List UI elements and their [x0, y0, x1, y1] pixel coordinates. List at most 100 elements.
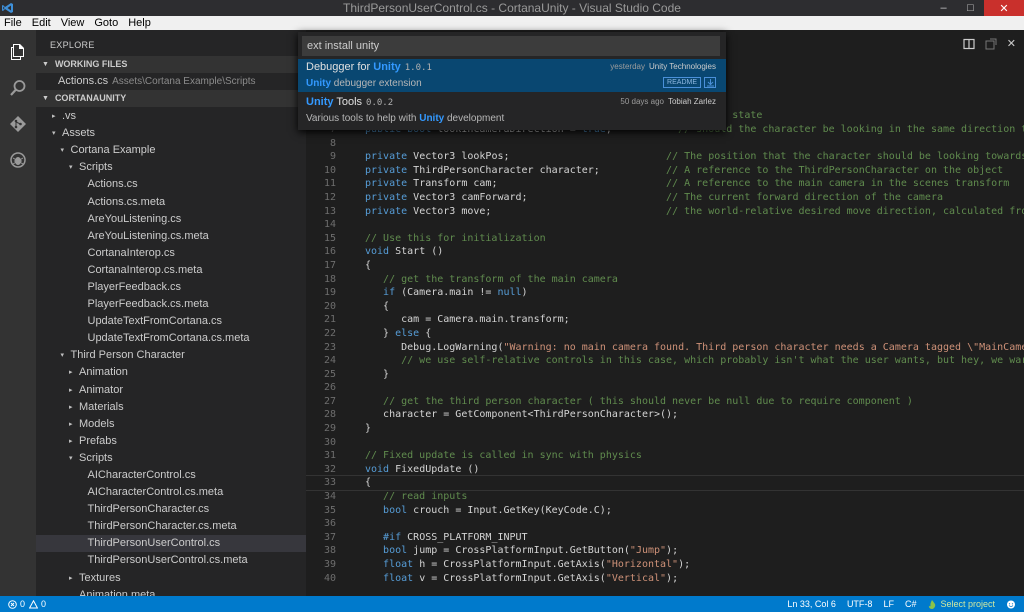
- tree-item[interactable]: CortanaInterop.cs.meta: [36, 262, 306, 279]
- code-text: bool jump = CrossPlatformInput.GetButton…: [365, 545, 679, 557]
- tree-item[interactable]: ▸ .vs: [36, 108, 306, 125]
- open-changes-icon[interactable]: [985, 38, 997, 53]
- code-text: // read inputs: [365, 491, 468, 503]
- install-icon[interactable]: [704, 77, 716, 88]
- palette-input[interactable]: [302, 36, 720, 56]
- tree-item[interactable]: AICharacterControl.cs: [36, 467, 306, 484]
- code-line: 15 // Use this for initialization: [306, 232, 1024, 246]
- warnings-indicator[interactable]: 0: [29, 599, 46, 609]
- menu-edit[interactable]: Edit: [32, 16, 51, 30]
- language-indicator[interactable]: C#: [905, 599, 917, 609]
- line-number: 17: [323, 259, 336, 271]
- line-number: 9: [329, 151, 336, 163]
- tree-item[interactable]: UpdateTextFromCortana.cs.meta: [36, 330, 306, 347]
- tree-item-label: Animation: [79, 366, 128, 379]
- explore-header: EXPLORE: [50, 40, 95, 50]
- minimize-button[interactable]: –: [930, 0, 957, 16]
- tree-item[interactable]: ThirdPersonCharacter.cs: [36, 501, 306, 518]
- menu-help[interactable]: Help: [128, 16, 151, 30]
- tree-item[interactable]: ▾ Assets: [36, 125, 306, 142]
- code-text: }: [365, 423, 372, 435]
- explorer-icon[interactable]: [0, 34, 36, 70]
- command-palette: Debugger for Unity1.0.1 Unity debugger e…: [298, 32, 726, 130]
- code-line: 35 bool crouch = Input.GetKey(KeyCode.C)…: [306, 504, 1024, 518]
- tree-item[interactable]: ▸ Materials: [36, 399, 306, 416]
- encoding-indicator[interactable]: UTF-8: [847, 599, 873, 609]
- tree-item[interactable]: Actions.cs.meta: [36, 193, 306, 210]
- tree-item-label: Scripts: [79, 451, 113, 464]
- tree-item[interactable]: ▸ Animator: [36, 382, 306, 399]
- tree-item-label: Materials: [79, 400, 124, 413]
- code-line: 25 }: [306, 368, 1024, 382]
- tree-item[interactable]: Animation.meta: [36, 587, 306, 596]
- tree-item[interactable]: ThirdPersonUserControl.cs.meta: [36, 552, 306, 569]
- tree-item[interactable]: ▾ Cortana Example: [36, 142, 306, 159]
- tree-item[interactable]: PlayerFeedback.cs.meta: [36, 296, 306, 313]
- debug-icon[interactable]: [0, 142, 36, 178]
- code-line: 12 private Vector3 camForward; // The cur…: [306, 191, 1024, 205]
- tree-item[interactable]: AreYouListening.cs.meta: [36, 228, 306, 245]
- tree-item[interactable]: PlayerFeedback.cs: [36, 279, 306, 296]
- tree-item[interactable]: ▾ Scripts: [36, 450, 306, 467]
- code-text: float v = CrossPlatformInput.GetAxis("Ve…: [365, 572, 679, 584]
- tree-item[interactable]: ▸ Models: [36, 416, 306, 433]
- search-icon[interactable]: [0, 70, 36, 106]
- code-line: 23 Debug.LogWarning("Warning: no main ca…: [306, 341, 1024, 355]
- feedback-icon[interactable]: [1006, 600, 1016, 609]
- close-editor-icon[interactable]: ✕: [1007, 38, 1016, 53]
- code-line: 19 if (Camera.main != null): [306, 286, 1024, 300]
- tree-item[interactable]: UpdateTextFromCortana.cs: [36, 313, 306, 330]
- tree-item[interactable]: Actions.cs: [36, 176, 306, 193]
- code-text: // Fixed update is called in sync with p…: [365, 450, 642, 462]
- tree-item[interactable]: ▾ Scripts: [36, 159, 306, 176]
- code-text: Debug.LogWarning("Warning: no main camer…: [365, 341, 1024, 353]
- tree-item[interactable]: ▸ Prefabs: [36, 433, 306, 450]
- code-text: // we use self-relative controls in this…: [365, 355, 1024, 367]
- tree-item[interactable]: ThirdPersonUserControl.cs: [36, 535, 306, 553]
- working-file-item[interactable]: Actions.cs Assets\Cortana Example\Scripts: [36, 73, 306, 90]
- line-number: 25: [323, 368, 336, 380]
- tree-item[interactable]: ▸ Animation: [36, 364, 306, 381]
- palette-item[interactable]: Unity Tools 0.0.2 Various tools to help w…: [298, 94, 726, 127]
- code-text: void FixedUpdate (): [365, 463, 480, 475]
- readme-button[interactable]: README: [663, 77, 701, 88]
- tree-item[interactable]: ThirdPersonCharacter.cs.meta: [36, 518, 306, 535]
- caret-right-icon: ▸: [52, 113, 56, 121]
- split-editor-icon[interactable]: [963, 38, 975, 53]
- tree-item[interactable]: CortanaInterop.cs: [36, 245, 306, 262]
- eol-indicator[interactable]: LF: [883, 599, 894, 609]
- line-number: 20: [323, 300, 336, 312]
- errors-indicator[interactable]: 0: [8, 599, 25, 609]
- code-text: // get the third person character ( this…: [365, 395, 913, 407]
- line-number: 38: [323, 545, 336, 557]
- line-number: 22: [323, 327, 336, 339]
- code-line: 21 cam = Camera.main.transform;: [306, 313, 1024, 327]
- line-number: 34: [323, 491, 336, 503]
- working-files-header[interactable]: ▼ WORKING FILES: [36, 56, 306, 73]
- project-header[interactable]: ▼ CORTANAUNITY: [36, 90, 306, 107]
- palette-item[interactable]: Debugger for Unity 1.0.1 Unity debugger e…: [298, 59, 726, 92]
- menu-goto[interactable]: Goto: [94, 16, 118, 30]
- menu-file[interactable]: File: [4, 16, 22, 30]
- select-project-button[interactable]: Select project: [927, 599, 995, 609]
- tree-item[interactable]: ▸ Textures: [36, 570, 306, 587]
- code-text: {: [365, 477, 372, 489]
- line-number: 14: [323, 219, 336, 231]
- maximize-button[interactable]: □: [957, 0, 984, 16]
- caret-down-icon: ▾: [60, 352, 65, 360]
- menu-view[interactable]: View: [61, 16, 85, 30]
- code-line: 11 private Transform cam; // A reference …: [306, 177, 1024, 191]
- tree-item-label: Cortana Example: [70, 144, 156, 157]
- tree-item[interactable]: AreYouListening.cs: [36, 211, 306, 228]
- tree-item-label: Actions.cs.meta: [87, 195, 166, 208]
- line-number: 29: [323, 423, 336, 435]
- tree-item[interactable]: ▾ Third Person Character: [36, 347, 306, 364]
- line-number: 10: [323, 164, 336, 176]
- close-button[interactable]: ✕: [984, 0, 1024, 16]
- cursor-position[interactable]: Ln 33, Col 6: [787, 599, 836, 609]
- code-area[interactable]: public bool walkByDefault = false; // ..…: [306, 110, 1024, 585]
- caret-down-icon: ▾: [69, 454, 73, 462]
- caret-down-icon: ▾: [69, 164, 73, 172]
- tree-item[interactable]: AICharacterControl.cs.meta: [36, 484, 306, 501]
- git-icon[interactable]: [0, 106, 36, 142]
